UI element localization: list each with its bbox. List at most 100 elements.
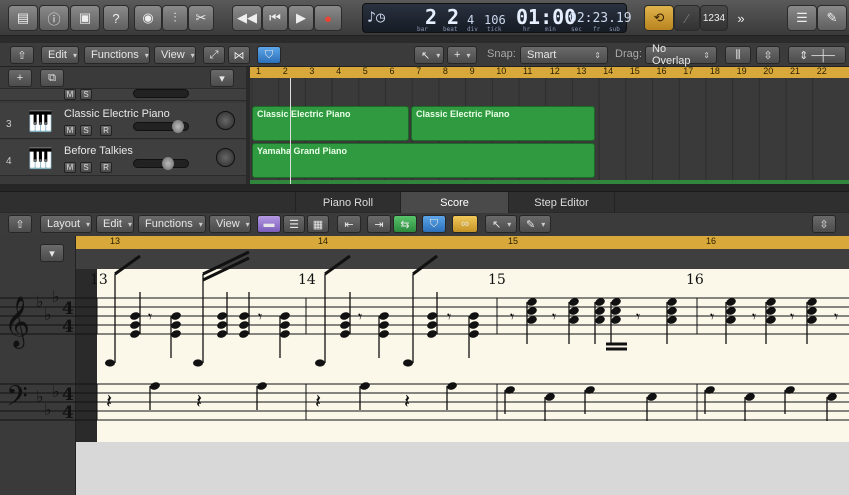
eighth-rest: 𝄾 — [510, 307, 514, 326]
link-button[interactable]: ∞ — [452, 215, 478, 233]
mute-button[interactable]: M — [64, 125, 76, 136]
track-name[interactable]: Classic Electric Piano — [64, 108, 170, 120]
track-row[interactable]: 4 🎹 Before Talkies M S R — [0, 140, 246, 176]
score-notation[interactable]: 𝄞𝄢♭♭♭♭♭♭444413 14 15 16𝄾 𝄾 𝄾 𝄾 𝄾 𝄾 𝄾 𝄾 𝄾 𝄾 𝄾𝄽 𝄽 𝄽 𝄽 — [0, 236, 849, 451]
track-number: 4 — [6, 156, 12, 167]
waveform-zoom-button[interactable]: ⫼ — [725, 46, 751, 64]
tracks-area[interactable]: Classic Electric Piano Classic Electric … — [250, 78, 849, 184]
flat-sign: ♭ — [52, 287, 60, 306]
pan-knob[interactable] — [216, 111, 235, 130]
volume-fader[interactable] — [133, 157, 189, 170]
tuner-icon: ⁄ — [685, 10, 689, 26]
record-enable-button[interactable]: R — [100, 162, 112, 173]
filter-button[interactable]: ⛉ — [422, 215, 446, 233]
tab-label: Step Editor — [534, 196, 589, 209]
track-list-header: + ⧉ ▾ — [0, 67, 246, 89]
track-number: 3 — [6, 119, 12, 130]
lcd-display[interactable]: ♪◷ 2 2 4 106 01:00 02:23.19 bar beat div… — [362, 3, 632, 33]
catch-button[interactable]: ⇧ — [10, 46, 34, 64]
tuner-button[interactable]: ⁄ — [674, 5, 700, 31]
waveform-icon: ⫼ — [735, 48, 741, 61]
midi-out-button[interactable]: ⇆ — [393, 215, 417, 233]
play-button[interactable]: ▶ — [288, 5, 314, 31]
track-headers: + ⧉ ▾ M S 3 🎹 Classic Electric Piano M S… — [0, 67, 246, 184]
midi-in-button[interactable]: ⇥ — [367, 215, 391, 233]
volume-fader[interactable] — [133, 120, 189, 133]
edit-menu[interactable]: Edit ▾ — [96, 215, 134, 233]
library-button[interactable]: ▤ — [8, 5, 38, 31]
time-signature-bottom: 4 — [62, 317, 74, 337]
midi-region[interactable]: Classic Electric Piano — [252, 106, 409, 141]
secondary-tool-menu[interactable]: + ▾ — [447, 46, 477, 64]
midi-filter-button[interactable]: ⛉ — [257, 46, 281, 64]
fader-knob[interactable] — [162, 157, 174, 170]
note-head — [315, 359, 325, 367]
midi-region[interactable]: Yamaha Grand Piano — [252, 143, 595, 178]
editors-button[interactable]: ✂ — [188, 5, 214, 31]
functions-menu[interactable]: Functions ▾ — [84, 46, 150, 64]
bar-ruler[interactable]: 1 2 3 4 5 6 7 8 9 10 11 12 13 14 15 16 17 18 19 20 21 22 — [250, 66, 849, 78]
inspector-button[interactable]: ⓘ — [39, 5, 69, 31]
logic-window: ▤ ⓘ ▣ ? ◉ ⫶ ✂ ◀◀ ⏮ ▶ ● ♪◷ 2 2 4 106 01:0… — [0, 0, 849, 495]
note-head — [360, 382, 370, 390]
solo-button[interactable]: S — [80, 125, 92, 136]
add-track-button[interactable]: + — [8, 69, 32, 87]
tab-score[interactable]: Score — [400, 192, 508, 213]
ruler-bar-number: 9 — [469, 66, 475, 76]
ruler-bar-number: 21 — [790, 66, 801, 76]
region-label: Classic Electric Piano — [416, 109, 510, 119]
drag-select[interactable]: No Overlap ⇕ — [645, 43, 717, 67]
go-to-beginning-button[interactable]: ⏮ — [262, 5, 288, 31]
track-row[interactable]: 3 🎹 Classic Electric Piano M S R — [0, 103, 246, 139]
edit-menu[interactable]: Edit ▾ — [41, 46, 79, 64]
pointer-tool-menu[interactable]: ↖ ▾ — [485, 215, 517, 233]
fit-button[interactable]: ⇳ — [756, 46, 780, 64]
automation-button[interactable]: ⤢ — [203, 46, 225, 64]
track-partial[interactable]: M S — [0, 89, 246, 101]
rewind-button[interactable]: ◀◀ — [232, 5, 262, 31]
record-button[interactable]: ● — [314, 5, 342, 31]
functions-menu[interactable]: Functions ▾ — [138, 215, 206, 233]
layout-menu[interactable]: Layout ▾ — [40, 215, 92, 233]
page-view-button[interactable]: ☰ — [283, 215, 305, 233]
zoom-slider[interactable]: ⇕ ─┼─ — [788, 46, 846, 64]
more-button[interactable]: » — [732, 5, 750, 31]
catch-button[interactable]: ⇧ — [8, 215, 32, 233]
fit-button[interactable]: ⇳ — [812, 215, 836, 233]
notepad-button[interactable]: ✎ — [817, 5, 847, 31]
midi-region[interactable]: Classic Electric Piano — [411, 106, 595, 141]
view-menu[interactable]: View ▾ — [209, 215, 251, 233]
pointer-tool-menu[interactable]: ↖ ▾ — [414, 46, 444, 64]
folder-button[interactable]: ⧉ — [40, 69, 64, 87]
mute-button[interactable]: M — [64, 162, 76, 173]
track-name[interactable]: Before Talkies — [64, 145, 133, 157]
tab-step-editor[interactable]: Step Editor — [508, 192, 615, 213]
volume-fader[interactable] — [133, 89, 189, 98]
record-enable-button[interactable]: R — [100, 125, 112, 136]
mixer-button[interactable]: ⫶ — [162, 5, 188, 31]
pencil-tool-menu[interactable]: ✎ ▾ — [519, 215, 551, 233]
playhead[interactable] — [290, 78, 291, 184]
linear-view-button[interactable]: ▬ — [257, 215, 281, 233]
tab-piano-roll[interactable]: Piano Roll — [295, 192, 400, 213]
fader-knob[interactable] — [172, 120, 184, 133]
collapse-button[interactable]: ▾ — [210, 69, 234, 87]
collapse-icon: ⇤ — [344, 218, 354, 231]
count-in-button[interactable]: 1234 — [700, 5, 728, 31]
snap-select[interactable]: Smart ⇕ — [520, 46, 608, 64]
quick-help-button[interactable]: ? — [103, 5, 129, 31]
region-label: Yamaha Grand Piano — [257, 146, 348, 156]
pan-knob[interactable] — [216, 148, 235, 167]
cycle-button[interactable]: ⟲ — [644, 5, 674, 31]
mute-button[interactable]: M — [64, 89, 76, 100]
editor-toolbar: ⇧ Layout ▾ Edit ▾ Functions ▾ View ▾ ▬ ☰ ▦ ⇤… — [0, 213, 849, 236]
print-view-button[interactable]: ▦ — [307, 215, 329, 233]
flex-button[interactable]: ⋈ — [228, 46, 250, 64]
list-editors-button[interactable]: ☰ — [787, 5, 817, 31]
view-menu[interactable]: View ▾ — [154, 46, 196, 64]
solo-button[interactable]: S — [80, 162, 92, 173]
toolbar-button[interactable]: ▣ — [70, 5, 100, 31]
smart-controls-button[interactable]: ◉ — [134, 5, 162, 31]
collapse-button[interactable]: ⇤ — [337, 215, 361, 233]
solo-button[interactable]: S — [80, 89, 92, 100]
